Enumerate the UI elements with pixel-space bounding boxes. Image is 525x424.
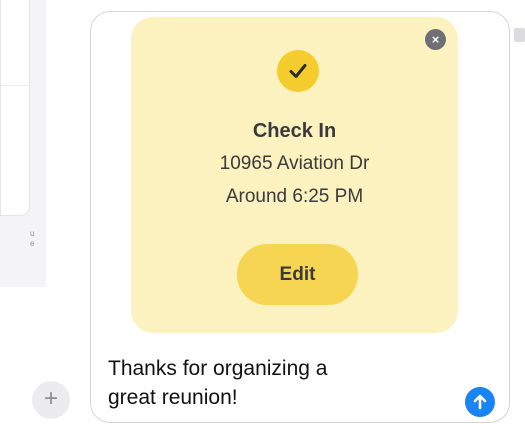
- edge-fragment: [514, 28, 525, 42]
- edit-button[interactable]: Edit: [237, 244, 358, 305]
- conversation-snippet: u e: [30, 229, 46, 249]
- divider: [1, 85, 31, 86]
- conversation-card[interactable]: [0, 0, 31, 216]
- message-line: great reunion!: [108, 386, 238, 409]
- check-in-address: 10965 Aviation Dr: [219, 153, 370, 174]
- snippet-line: u: [30, 229, 35, 238]
- snippet-line: e: [30, 239, 35, 248]
- check-in-title: Check In: [252, 120, 337, 142]
- message-line: Thanks for organizing a: [108, 357, 328, 380]
- messages-compose-view: u e × Check In 10965 Aviation Dr Around …: [0, 0, 525, 424]
- conversation-list-panel: u e: [0, 0, 46, 287]
- check-in-time: Around 6:25 PM: [225, 186, 364, 207]
- arrow-up-icon: [473, 394, 487, 410]
- message-text[interactable]: Thanks for organizing a great reunion!: [108, 354, 438, 412]
- plus-button[interactable]: +: [32, 381, 70, 419]
- close-icon[interactable]: ×: [425, 29, 446, 50]
- send-button[interactable]: [465, 387, 495, 417]
- checkmark-icon: [277, 50, 319, 92]
